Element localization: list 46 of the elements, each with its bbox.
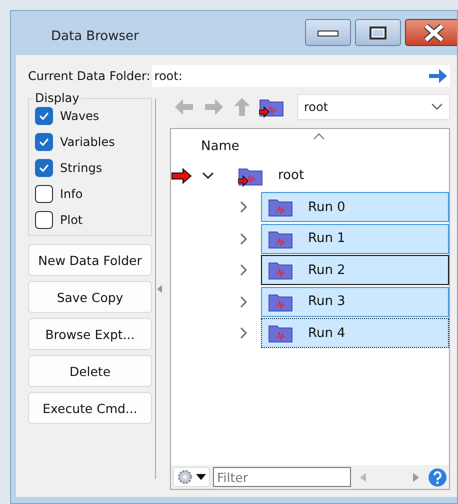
checkbox-label: Variables: [60, 135, 115, 149]
help-icon[interactable]: [428, 468, 447, 486]
action-button[interactable]: Browse Expt...: [28, 318, 152, 350]
checkbox[interactable]: [35, 159, 53, 177]
minimize-icon: [317, 28, 339, 38]
action-button[interactable]: New Data Folder: [28, 244, 152, 276]
collapse-triangle-icon[interactable]: [157, 285, 162, 293]
maximize-icon: [369, 26, 387, 40]
tree-item[interactable]: root: [231, 160, 314, 191]
tree-item[interactable]: Run 3: [261, 286, 449, 317]
column-header[interactable]: Name: [201, 139, 240, 154]
tree-item[interactable]: Run 1: [261, 224, 449, 254]
tree-item[interactable]: Run 0: [261, 192, 449, 222]
checkbox[interactable]: [35, 133, 53, 151]
action-button[interactable]: Execute Cmd...: [28, 392, 152, 424]
checkbox[interactable]: [35, 185, 53, 203]
checkmark-icon: [38, 163, 50, 173]
options-button[interactable]: [173, 467, 210, 487]
minimize-button[interactable]: [305, 19, 351, 46]
checkmark-icon: [38, 111, 50, 121]
go-arrow-icon[interactable]: [428, 68, 448, 84]
checkmark-icon: [38, 137, 50, 147]
tree-item[interactable]: Run 4: [261, 318, 449, 348]
display-group-title: Display: [34, 91, 80, 105]
checkbox-label: Waves: [60, 109, 100, 123]
folder-dropdown[interactable]: root: [297, 94, 450, 120]
current-folder-label: Current Data Folder:: [28, 69, 150, 83]
dropdown-triangle-icon: [196, 474, 206, 480]
checkbox-label: Plot: [60, 213, 83, 227]
close-button[interactable]: [405, 19, 457, 46]
filter-field[interactable]: Filter: [213, 467, 351, 487]
checkbox[interactable]: [35, 211, 53, 229]
close-icon: [423, 24, 445, 42]
maximize-button[interactable]: [355, 19, 401, 46]
action-button[interactable]: Save Copy: [28, 281, 152, 313]
chevron-down-icon: [431, 103, 443, 111]
gear-icon: [177, 469, 193, 485]
action-button[interactable]: Delete: [28, 355, 152, 387]
checkbox[interactable]: [35, 107, 53, 125]
current-folder-field[interactable]: root:: [152, 65, 450, 87]
tree-item[interactable]: Run 2: [261, 255, 449, 286]
sort-caret-icon[interactable]: [313, 133, 325, 140]
scroll-right-icon[interactable]: [413, 472, 419, 482]
window-title: Data Browser: [51, 29, 139, 44]
checkbox-label: Info: [60, 187, 83, 201]
checkbox-label: Strings: [60, 161, 102, 175]
